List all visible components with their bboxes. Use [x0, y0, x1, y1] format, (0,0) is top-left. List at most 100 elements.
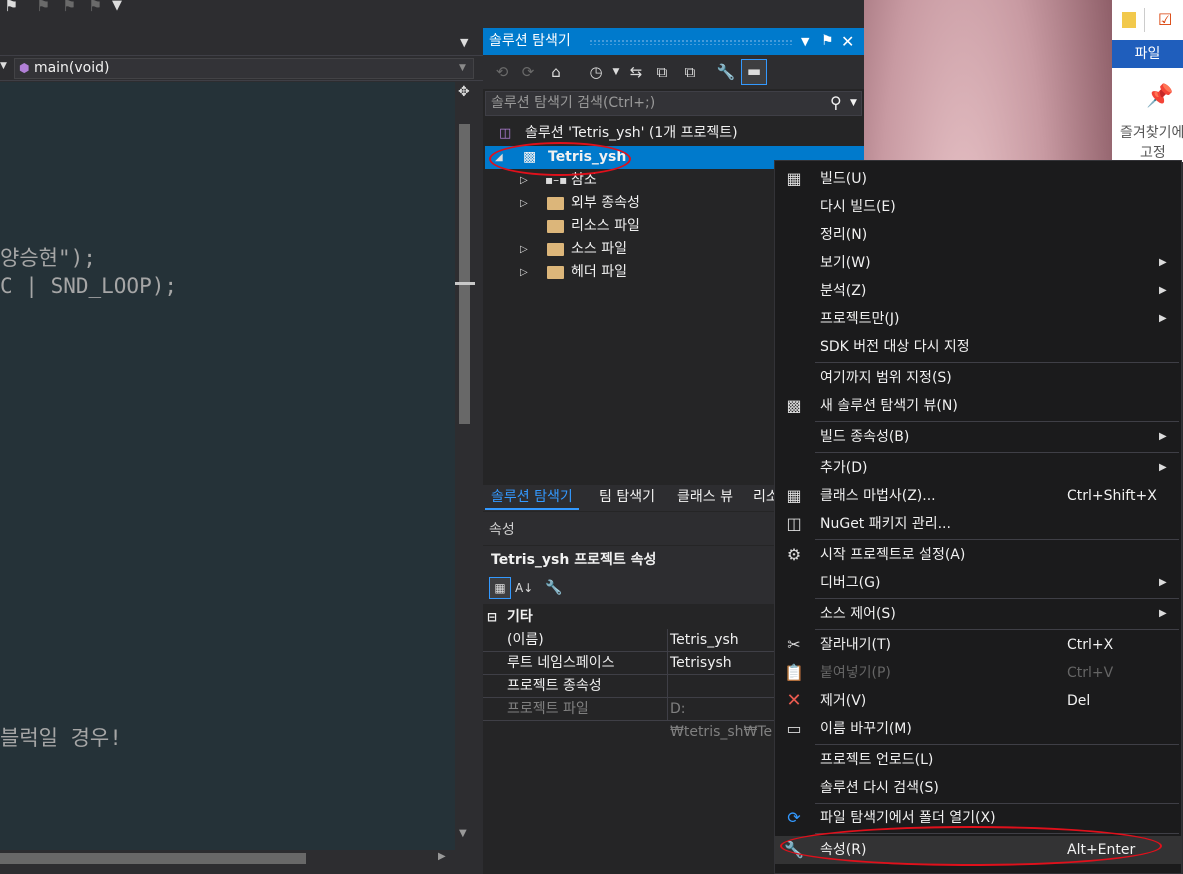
file-tab[interactable]: 파일: [1112, 40, 1183, 68]
property-name: 루트 네임스페이스: [507, 655, 615, 671]
build-icon: ▦: [786, 169, 802, 188]
close-icon[interactable]: ✕: [841, 28, 854, 55]
expanded-icon[interactable]: ◢: [495, 146, 503, 169]
split-icon[interactable]: ✥: [458, 84, 470, 100]
code-line: C | SND_LOOP);: [0, 274, 178, 298]
solution-explorer-search[interactable]: 솔루션 탐색기 검색(Ctrl+;) ⚲ ▼: [485, 91, 862, 116]
properties-toolbar: ▦ A↓ 🔧: [483, 574, 783, 604]
show-all-files-icon[interactable]: ⧉: [679, 61, 701, 83]
search-icon[interactable]: ⚲: [830, 91, 842, 114]
alphabetical-icon[interactable]: A↓: [515, 577, 533, 599]
pin-icon[interactable]: ⚑: [36, 0, 50, 15]
panel-title: 솔루션 탐색기: [489, 33, 571, 49]
collapse-all-icon[interactable]: ⧉: [651, 61, 673, 83]
menu-item-project-only[interactable]: 프로젝트만(J) ▶: [775, 305, 1181, 333]
property-name: (이름): [507, 632, 544, 648]
property-row[interactable]: 프로젝트 종속성: [483, 675, 783, 698]
collapsed-icon[interactable]: ▷: [520, 261, 528, 284]
function-dropdown[interactable]: ⬢ main(void) ▼: [14, 58, 474, 79]
pin-icon[interactable]: ⚑: [4, 0, 18, 15]
chevron-down-icon[interactable]: ▼: [0, 61, 7, 71]
menu-item-cut[interactable]: ✂ 잘라내기(T) Ctrl+X: [775, 631, 1181, 659]
menu-item-clean[interactable]: 정리(N): [775, 221, 1181, 249]
menu-item-open-in-explorer[interactable]: ⟳ 파일 탐색기에서 폴더 열기(X): [775, 804, 1181, 832]
horizontal-scrollbar[interactable]: ▶: [0, 850, 475, 868]
menu-item-nuget[interactable]: ◫ NuGet 패키지 관리...: [775, 510, 1181, 538]
category-header[interactable]: ⊟ 기타: [483, 606, 783, 629]
tree-node-label: 소스 파일: [571, 241, 627, 257]
menu-item-rescan-solution[interactable]: 솔루션 다시 검색(S): [775, 774, 1181, 802]
menu-item-rename[interactable]: ▭ 이름 바꾸기(M): [775, 715, 1181, 743]
titlebar-grip: [589, 39, 793, 45]
home-icon[interactable]: ⌂: [545, 61, 567, 83]
menu-item-view[interactable]: 보기(W) ▶: [775, 249, 1181, 277]
property-name: 프로젝트 종속성: [507, 678, 602, 694]
gear-icon: ⚙: [786, 545, 802, 564]
menu-item-set-startup[interactable]: ⚙ 시작 프로젝트로 설정(A): [775, 541, 1181, 569]
pin-icon[interactable]: ⚑: [88, 0, 102, 15]
categorized-icon[interactable]: ▦: [489, 577, 511, 599]
property-value: D:₩tetris_sh₩Te: [670, 701, 773, 740]
dropdown-icon[interactable]: ▼: [112, 0, 122, 13]
scroll-down-icon[interactable]: ▼: [459, 828, 467, 839]
forward-icon[interactable]: ⟳: [517, 61, 539, 83]
collapse-icon[interactable]: ⊟: [487, 606, 497, 629]
menu-item-build-dependencies[interactable]: 빌드 종속성(B) ▶: [775, 423, 1181, 451]
sync-icon[interactable]: ⇆: [625, 61, 647, 83]
collapsed-icon[interactable]: ▷: [520, 238, 528, 261]
code-line: 블럭일 경우!: [0, 726, 122, 750]
wrench-icon[interactable]: 🔧: [545, 577, 562, 599]
file-explorer-window: ☑ 파일 📌 즐겨찾기에 고정: [1112, 0, 1183, 162]
menu-item-unload-project[interactable]: 프로젝트 언로드(L): [775, 746, 1181, 774]
tab-list-dropdown-icon[interactable]: ▼: [460, 36, 468, 49]
pin-icon[interactable]: 📌: [1146, 84, 1173, 109]
tab-team-explorer[interactable]: 팀 탐색기: [593, 485, 661, 510]
scrollbar-thumb[interactable]: [0, 853, 306, 864]
solution-explorer-titlebar[interactable]: 솔루션 탐색기 ▼ ⚑ ✕: [483, 28, 864, 55]
history-icon[interactable]: ◷: [585, 61, 607, 83]
menu-item-rebuild[interactable]: 다시 빌드(E): [775, 193, 1181, 221]
pin-icon[interactable]: ⚑: [62, 0, 76, 15]
menu-item-debug[interactable]: 디버그(G) ▶: [775, 569, 1181, 597]
tab-solution-explorer[interactable]: 솔루션 탐색기: [485, 485, 579, 510]
scrollbar-thumb[interactable]: [459, 124, 470, 424]
function-name: main(void): [33, 60, 110, 76]
scroll-right-icon[interactable]: ▶: [438, 851, 446, 862]
menu-item-paste[interactable]: 📋 붙여넣기(P) Ctrl+V: [775, 659, 1181, 687]
folder-icon: [547, 266, 564, 279]
dropdown-icon[interactable]: ▼: [801, 28, 809, 55]
menu-item-analyze[interactable]: 분석(Z) ▶: [775, 277, 1181, 305]
collapsed-icon[interactable]: ▷: [520, 169, 528, 192]
properties-check-icon[interactable]: ☑: [1158, 10, 1172, 29]
menu-item-remove[interactable]: ✕ 제거(V) Del: [775, 687, 1181, 715]
solution-node[interactable]: ◫ 솔루션 'Tetris_ysh' (1개 프로젝트): [483, 122, 864, 145]
chevron-down-icon[interactable]: ▼: [850, 92, 857, 115]
properties-object[interactable]: Tetris_ysh 프로젝트 속성: [483, 546, 783, 575]
pin-icon[interactable]: ⚑: [821, 28, 834, 55]
property-row[interactable]: (이름) Tetris_ysh: [483, 629, 783, 652]
tab-class-view[interactable]: 클래스 뷰: [671, 485, 739, 510]
menu-item-properties[interactable]: 🔧 속성(R) Alt+Enter: [775, 836, 1181, 864]
solution-explorer-toolbar: ⟲ ⟳ ⌂ ◷ ▼ ⇆ ⧉ ⧉ 🔧 ▬: [483, 55, 864, 89]
menu-item-new-explorer-view[interactable]: ▩ 새 솔루션 탐색기 뷰(N): [775, 392, 1181, 420]
properties-wrench-icon[interactable]: 🔧: [715, 61, 737, 83]
collapsed-icon[interactable]: ▷: [520, 192, 528, 215]
menu-item-add[interactable]: 추가(D) ▶: [775, 454, 1181, 482]
property-row[interactable]: 프로젝트 파일 D:₩tetris_sh₩Te: [483, 698, 783, 740]
menu-item-retarget-sdk[interactable]: SDK 버전 대상 다시 지정: [775, 333, 1181, 361]
editor-navigation-bar: ▼ ⬢ main(void) ▼: [0, 55, 483, 81]
menu-item-source-control[interactable]: 소스 제어(S) ▶: [775, 600, 1181, 628]
back-icon[interactable]: ⟲: [491, 61, 513, 83]
tree-node-label: 리소스 파일: [571, 218, 640, 234]
folder-icon: [547, 197, 564, 210]
folder-icon[interactable]: [1122, 12, 1136, 28]
menu-item-build[interactable]: ▦ 빌드(U): [775, 165, 1181, 193]
submenu-arrow-icon: ▶: [1159, 285, 1167, 296]
chevron-down-icon[interactable]: ▼: [605, 61, 627, 83]
code-editor[interactable]: 양승현"); C | SND_LOOP); 블럭일 경우!: [0, 82, 455, 850]
preview-toggle-icon[interactable]: ▬: [741, 59, 767, 85]
vertical-scrollbar[interactable]: ✥ ▼: [455, 82, 475, 850]
property-row[interactable]: 루트 네임스페이스 Tetrisysh: [483, 652, 783, 675]
menu-item-class-wizard[interactable]: ▦ 클래스 마법사(Z)... Ctrl+Shift+X: [775, 482, 1181, 510]
menu-item-scope-to-this[interactable]: 여기까지 범위 지정(S): [775, 364, 1181, 392]
